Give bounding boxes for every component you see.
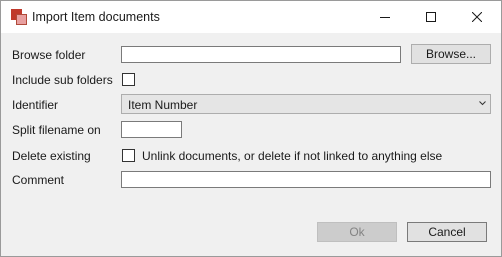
comment-label: Comment — [12, 173, 65, 187]
app-icon — [11, 9, 27, 25]
browse-folder-label: Browse folder — [12, 48, 86, 62]
delete-existing-option-label[interactable]: Unlink documents, or delete if not linke… — [142, 149, 442, 163]
identifier-dropdown[interactable]: Item Number — [121, 94, 491, 114]
minimize-icon — [380, 17, 390, 18]
dialog-window: Import Item documents Browse folder Brow… — [0, 0, 502, 257]
minimize-button[interactable] — [362, 1, 408, 33]
chevron-down-icon — [479, 101, 486, 106]
close-button[interactable] — [454, 1, 500, 33]
identifier-label: Identifier — [12, 98, 59, 112]
include-sub-folders-label: Include sub folders — [12, 73, 113, 87]
identifier-value: Item Number — [128, 98, 198, 112]
cancel-button[interactable]: Cancel — [407, 222, 487, 242]
split-filename-label: Split filename on — [12, 123, 101, 137]
title-bar[interactable]: Import Item documents — [1, 1, 501, 33]
include-sub-folders-checkbox[interactable] — [122, 73, 135, 86]
maximize-button[interactable] — [408, 1, 454, 33]
window-title: Import Item documents — [32, 10, 160, 24]
dialog-content: Browse folder Browse... Include sub fold… — [1, 33, 501, 256]
delete-existing-checkbox[interactable] — [122, 149, 135, 162]
browse-folder-field[interactable] — [121, 46, 401, 63]
browse-button[interactable]: Browse... — [411, 44, 491, 64]
split-filename-field[interactable] — [121, 121, 182, 138]
delete-existing-label: Delete existing — [12, 149, 91, 163]
comment-field[interactable] — [121, 171, 491, 188]
maximize-icon — [426, 12, 436, 22]
close-icon — [472, 12, 482, 22]
ok-button[interactable]: Ok — [317, 222, 397, 242]
